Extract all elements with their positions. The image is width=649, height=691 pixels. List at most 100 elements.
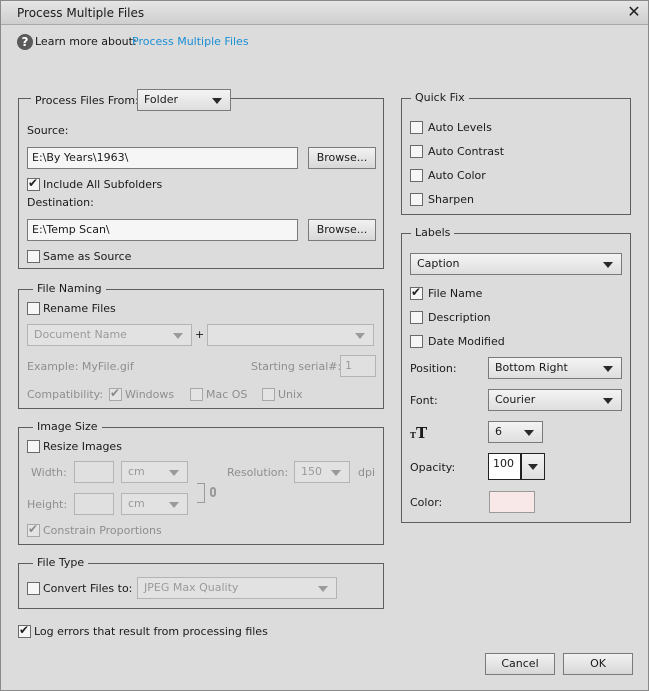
rename-files-label: Rename Files: [43, 302, 116, 315]
convert-format-value: JPEG Max Quality: [144, 581, 239, 594]
resize-images-label: Resize Images: [43, 440, 122, 453]
chevron-down-icon: [528, 464, 538, 470]
font-label: Font:: [410, 394, 438, 407]
cancel-button[interactable]: Cancel: [485, 653, 555, 675]
width-label: Width:: [31, 466, 67, 479]
description-label: Description: [428, 311, 491, 324]
constrain-proportions-checkbox[interactable]: [27, 522, 40, 537]
learn-more-label: Learn more about:: [35, 35, 137, 48]
label-type-select[interactable]: Caption: [410, 253, 622, 275]
learn-more-link[interactable]: Process Multiple Files: [132, 35, 249, 48]
include-subfolders-label: Include All Subfolders: [43, 178, 163, 191]
resolution-select[interactable]: 150: [294, 461, 350, 483]
opacity-label: Opacity:: [410, 461, 456, 474]
sharpen-checkbox[interactable]: [410, 193, 423, 206]
height-unit-select[interactable]: cm: [121, 493, 188, 515]
constrain-proportions-label: Constrain Proportions: [43, 524, 162, 537]
chevron-down-icon: [212, 98, 222, 104]
chevron-down-icon: [331, 470, 341, 476]
example-text: Example: MyFile.gif: [27, 360, 134, 373]
font-select[interactable]: Courier: [488, 389, 622, 411]
resize-images-checkbox[interactable]: [27, 440, 40, 453]
quick-fix-title: Quick Fix: [411, 91, 469, 104]
file-name-label: File Name: [428, 287, 483, 300]
auto-color-checkbox[interactable]: [410, 169, 423, 182]
chevron-down-icon: [318, 586, 328, 592]
auto-levels-checkbox[interactable]: [410, 121, 423, 134]
log-errors-checkbox[interactable]: [18, 623, 31, 638]
help-icon: ?: [17, 34, 33, 50]
font-size-select[interactable]: 6: [488, 421, 543, 443]
width-field[interactable]: [74, 461, 114, 483]
windows-label: Windows: [125, 388, 175, 401]
source-path-field[interactable]: E:\By Years\1963\: [27, 147, 298, 169]
destination-path-field[interactable]: E:\Temp Scan\: [27, 219, 298, 241]
process-from-select[interactable]: Folder: [137, 89, 231, 111]
height-field[interactable]: [74, 493, 114, 515]
convert-files-checkbox[interactable]: [27, 582, 40, 595]
destination-label: Destination:: [27, 196, 94, 209]
width-unit-value: cm: [128, 465, 145, 478]
file-type-title: File Type: [33, 556, 89, 569]
chain-link-icon: [210, 487, 216, 497]
process-multiple-files-dialog: Process Multiple Files ✕ ? Learn more ab…: [0, 0, 649, 691]
starting-serial-label: Starting serial#:: [251, 360, 342, 373]
chevron-down-icon: [169, 502, 179, 508]
destination-browse-button[interactable]: Browse...: [308, 219, 376, 241]
same-as-source-checkbox[interactable]: [27, 250, 40, 263]
description-checkbox[interactable]: [410, 311, 423, 324]
unix-checkbox[interactable]: [262, 388, 275, 401]
convert-format-select[interactable]: JPEG Max Quality: [137, 577, 337, 599]
date-modified-checkbox[interactable]: [410, 335, 423, 348]
name-pattern-value: Document Name: [34, 328, 127, 341]
file-name-checkbox[interactable]: [410, 285, 423, 300]
height-unit-value: cm: [128, 497, 145, 510]
dpi-label: dpi: [358, 466, 376, 479]
label-color-swatch[interactable]: [489, 491, 535, 513]
rename-files-checkbox[interactable]: [27, 302, 40, 315]
close-icon[interactable]: ✕: [625, 3, 643, 21]
file-naming-title: File Naming: [33, 282, 106, 295]
process-from-label: Process Files From:: [31, 94, 143, 107]
width-unit-select[interactable]: cm: [121, 461, 188, 483]
resolution-value: 150: [301, 465, 322, 478]
log-errors-label: Log errors that result from processing f…: [34, 625, 268, 638]
chevron-down-icon: [603, 366, 613, 372]
position-value: Bottom Right: [495, 361, 568, 374]
font-size-icon: TT: [410, 424, 428, 442]
windows-checkbox[interactable]: [109, 386, 122, 401]
opacity-field[interactable]: 100: [488, 453, 521, 480]
auto-contrast-label: Auto Contrast: [428, 145, 505, 158]
unix-label: Unix: [278, 388, 303, 401]
name-pattern-select[interactable]: Document Name: [27, 324, 192, 346]
chevron-down-icon: [603, 262, 613, 268]
chevron-down-icon: [355, 333, 365, 339]
include-subfolders-checkbox[interactable]: [27, 176, 40, 191]
macos-checkbox[interactable]: [190, 388, 203, 401]
chevron-down-icon: [173, 333, 183, 339]
labels-title: Labels: [411, 226, 455, 239]
name-suffix-select[interactable]: [207, 324, 374, 346]
resolution-label: Resolution:: [227, 466, 289, 479]
ok-button[interactable]: OK: [563, 653, 633, 675]
source-browse-button[interactable]: Browse...: [308, 147, 376, 169]
label-type-value: Caption: [417, 257, 460, 270]
font-size-value: 6: [495, 425, 502, 438]
auto-color-label: Auto Color: [428, 169, 486, 182]
same-as-source-label: Same as Source: [43, 250, 132, 263]
height-label: Height:: [27, 498, 68, 511]
sharpen-label: Sharpen: [428, 193, 474, 206]
process-from-value: Folder: [144, 93, 178, 106]
auto-contrast-checkbox[interactable]: [410, 145, 423, 158]
convert-files-label: Convert Files to:: [43, 582, 133, 595]
chevron-down-icon: [169, 470, 179, 476]
position-select[interactable]: Bottom Right: [488, 357, 622, 379]
opacity-dropdown-button[interactable]: [521, 453, 545, 480]
source-label: Source:: [27, 124, 69, 137]
position-label: Position:: [410, 362, 457, 375]
image-size-title: Image Size: [33, 420, 102, 433]
chevron-down-icon: [524, 430, 534, 436]
font-value: Courier: [495, 393, 536, 406]
date-modified-label: Date Modified: [428, 335, 505, 348]
starting-serial-field[interactable]: 1: [340, 355, 376, 377]
